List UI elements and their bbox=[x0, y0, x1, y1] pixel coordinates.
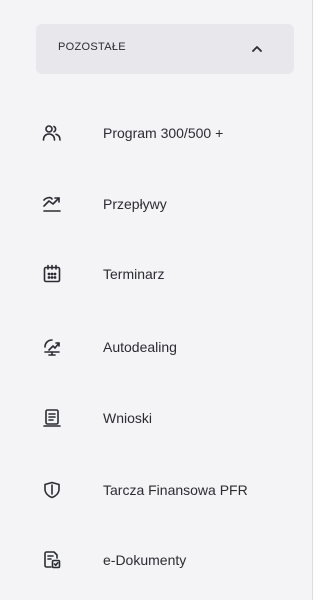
menu-item-label: Tarcza Finansowa PFR bbox=[103, 482, 248, 498]
section-header-pozostale[interactable]: POZOSTAŁE bbox=[36, 24, 294, 74]
menu-item-program-300-500[interactable]: Program 300/500 + bbox=[36, 113, 294, 153]
menu-item-wnioski[interactable]: Wnioski bbox=[36, 398, 294, 438]
menu-item-label: Autodealing bbox=[103, 339, 177, 355]
calendar-icon bbox=[42, 264, 62, 284]
menu-item-terminarz[interactable]: Terminarz bbox=[36, 254, 294, 294]
menu-item-label: Przepływy bbox=[103, 196, 167, 212]
e-document-icon bbox=[42, 550, 62, 570]
flows-chart-icon bbox=[42, 194, 62, 214]
exchange-icon bbox=[42, 337, 62, 357]
menu-item-e-dokumenty[interactable]: e-Dokumenty bbox=[36, 540, 294, 580]
menu-item-autodealing[interactable]: Autodealing bbox=[36, 327, 294, 367]
shield-icon bbox=[42, 480, 62, 500]
document-icon bbox=[42, 408, 62, 428]
people-icon bbox=[42, 123, 62, 143]
menu-item-label: Wnioski bbox=[103, 410, 153, 426]
chevron-up-icon bbox=[250, 42, 264, 56]
sidebar-panel: POZOSTAŁE Program 300/500 + Przepływy Te… bbox=[0, 0, 312, 600]
menu-item-tarcza-finansowa-pfr[interactable]: Tarcza Finansowa PFR bbox=[36, 470, 294, 510]
section-title: POZOSTAŁE bbox=[58, 41, 126, 53]
content-area-edge bbox=[313, 0, 322, 600]
menu-item-label: Program 300/500 + bbox=[103, 125, 224, 141]
menu-item-przeplywy[interactable]: Przepływy bbox=[36, 184, 294, 224]
menu-item-label: Terminarz bbox=[103, 266, 165, 282]
menu-item-label: e-Dokumenty bbox=[103, 552, 187, 568]
